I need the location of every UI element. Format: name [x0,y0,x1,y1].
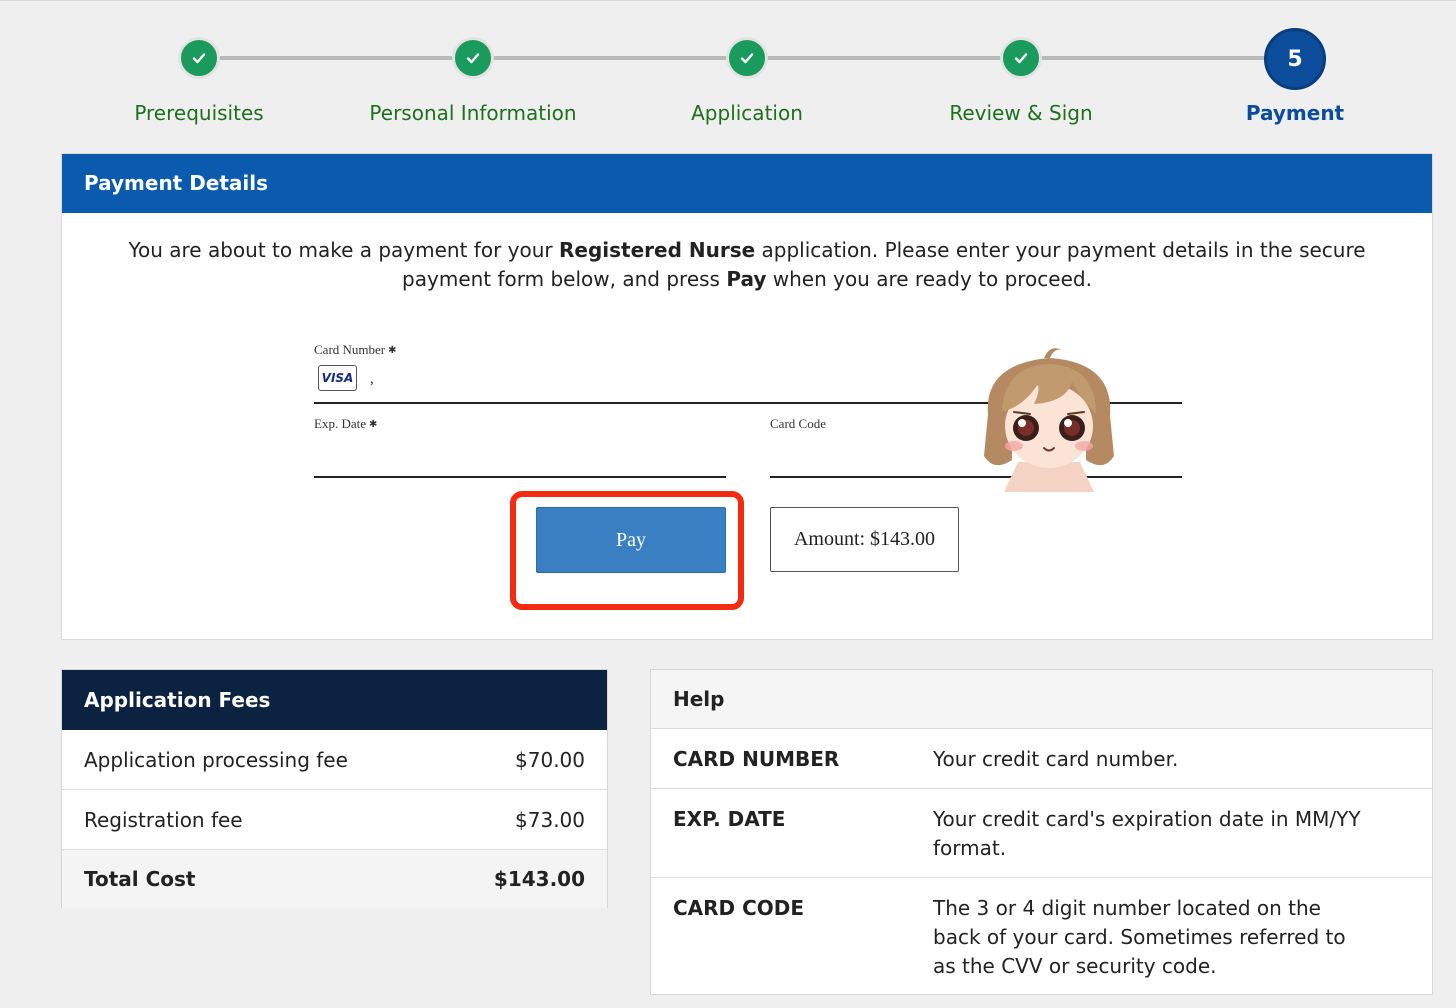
fee-amount: $70.00 [515,747,585,772]
check-icon [726,37,768,79]
exp-date-underline [314,476,726,478]
fee-row: Registration fee $73.00 [62,790,607,850]
step-number-badge: 5 [1264,28,1326,90]
chibi-girl-sticker-icon [984,348,1114,492]
step-label: Review & Sign [949,101,1093,125]
exp-date-label: Exp. Date ✱ [314,416,378,431]
help-description: The 3 or 4 digit number located on the b… [933,896,1346,978]
visa-card-icon: VISA [318,365,357,391]
check-icon [1000,37,1042,79]
step-label: Payment [1245,101,1345,125]
secure-payment-form: Card Number✱ VISA Exp. Date✱ Card Code P… [62,154,1432,639]
help-row-card-number: CARD NUMBER Your credit card number. [651,729,1432,789]
help-term: CARD CODE [673,896,805,920]
total-cost-amount: $143.00 [493,867,585,891]
fee-amount: $73.00 [515,807,585,832]
step-label: Application [691,101,803,125]
payment-details-panel: Payment Details You are about to make a … [61,153,1433,640]
fee-label: Registration fee [84,807,243,832]
application-fees-header: Application Fees [62,670,607,730]
required-icon: ✱ [368,419,378,430]
help-term: CARD NUMBER [673,747,840,771]
help-row-card-code: CARD CODE The 3 or 4 digit number locate… [651,878,1432,994]
check-icon [178,37,220,79]
amount-display: Amount: $143.00 [770,507,959,572]
progress-stepper: Prerequisites Personal Information Appli… [0,1,1456,151]
help-description: Your credit card's expiration date in MM… [933,807,1361,860]
card-code-label: Card Code [770,416,826,431]
exp-date-input[interactable] [314,434,724,472]
card-number-label: Card Number ✱ [314,342,397,357]
required-icon: ✱ [388,345,397,356]
step-label: Prerequisites [134,101,264,125]
pay-button[interactable]: Pay [536,507,726,573]
help-term: EXP. DATE [673,807,786,831]
fee-row: Application processing fee $70.00 [62,730,607,790]
help-row-exp-date: EXP. DATE Your credit card's expiration … [651,789,1432,878]
total-cost-label: Total Cost [84,867,196,891]
help-header: Help [651,670,1432,729]
help-description: Your credit card number. [933,747,1179,771]
total-cost-row: Total Cost $143.00 [62,850,607,908]
step-label: Personal Information [369,101,577,125]
check-icon [452,37,494,79]
application-fees-panel: Application Fees Application processing … [61,669,608,908]
help-panel: Help CARD NUMBER Your credit card number… [650,669,1433,995]
fee-label: Application processing fee [84,747,348,772]
